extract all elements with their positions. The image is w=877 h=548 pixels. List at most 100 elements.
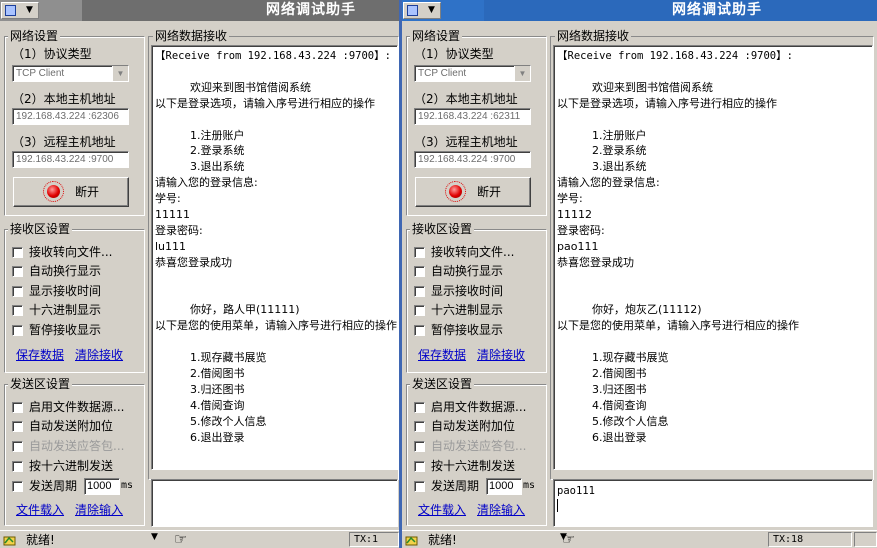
send-period-unit: ms [121, 480, 134, 491]
remote-address-field[interactable]: 192.168.43.224 :9700 [12, 151, 129, 168]
load-file-link[interactable]: 文件载入 [418, 503, 466, 517]
status-cell [854, 532, 877, 547]
receive-line: 登录密码: [557, 223, 605, 237]
right-window: ▼ 网络调试助手 网络设置 （1）协议类型 TCP Client ▼ （2）本地… [402, 0, 877, 548]
checkbox-box[interactable] [414, 325, 425, 336]
checkbox-auto-append-bits[interactable]: 自动发送附加位 [414, 419, 515, 433]
checkbox-auto-reply: 自动发送应答包... [414, 439, 526, 453]
checkbox-receive-to-file[interactable]: 接收转向文件... [414, 245, 514, 259]
checkbox-hex-display[interactable]: 十六进制显示 [414, 303, 503, 317]
send-settings-title: 发送区设置 [8, 377, 73, 391]
checkbox-show-receive-time[interactable]: 显示接收时间 [414, 284, 503, 298]
checkbox-label: 自动发送应答包... [29, 439, 125, 453]
checkbox-label: 自动换行显示 [29, 264, 102, 278]
checkbox-box[interactable] [12, 325, 23, 336]
checkbox-box[interactable] [12, 266, 23, 277]
clear-receive-link[interactable]: 清除接收 [75, 348, 123, 362]
left-window: ▼ 网络调试助手 网络设置 （1）协议类型 TCP Client ▼ （2）本地… [0, 0, 399, 548]
checkbox-file-data-source[interactable]: 启用文件数据源... [414, 400, 526, 414]
checkbox-hex-send[interactable]: 按十六进制发送 [12, 459, 113, 473]
protocol-select[interactable]: TCP Client ▼ [414, 65, 531, 82]
checkbox-box[interactable] [12, 247, 23, 258]
checkbox-box[interactable] [414, 305, 425, 316]
receive-line: 【Receive from 192.168.43.224 :9700】: [557, 50, 793, 62]
save-data-link[interactable]: 保存数据 [16, 348, 64, 362]
status-icon [3, 536, 16, 546]
connection-status-light-icon [445, 181, 466, 202]
checkbox-auto-append-bits[interactable]: 自动发送附加位 [12, 419, 113, 433]
checkbox-label: 按十六进制发送 [431, 459, 516, 473]
receive-line: 4.借阅查询 [557, 398, 647, 412]
local-address-field[interactable]: 192.168.43.224 :62311 [414, 108, 531, 125]
checkbox-box[interactable] [12, 286, 23, 297]
system-menu-button[interactable]: ▼ [1, 2, 39, 19]
status-bar: 就绪! ▼ ☞ TX:1 [0, 530, 399, 548]
load-file-link[interactable]: 文件载入 [16, 503, 64, 517]
receive-text-area[interactable]: 【Receive from 192.168.43.224 :9700】: 欢迎来… [553, 45, 873, 470]
checkbox-box[interactable] [414, 402, 425, 413]
checkbox-box[interactable] [414, 247, 425, 258]
receive-line: 学号: [155, 192, 181, 206]
send-text-area[interactable] [151, 479, 398, 527]
checkbox-box[interactable] [414, 421, 425, 432]
checkbox-box [12, 441, 23, 452]
checkbox-pause-display[interactable]: 暂停接收显示 [12, 323, 101, 337]
checkbox-box[interactable] [12, 421, 23, 432]
receive-text-area[interactable]: 【Receive from 192.168.43.224 :9700】: 欢迎来… [151, 45, 398, 470]
checkbox-auto-wrap[interactable]: 自动换行显示 [414, 264, 503, 278]
chevron-down-icon[interactable]: ▼ [112, 66, 128, 81]
receive-line: 欢迎来到图书馆借阅系统 [155, 80, 311, 94]
checkbox-send-period[interactable]: 发送周期 [12, 479, 77, 493]
checkbox-box[interactable] [12, 481, 23, 492]
checkbox-file-data-source[interactable]: 启用文件数据源... [12, 400, 124, 414]
system-menu-button[interactable]: ▼ [403, 2, 441, 19]
network-settings-title: 网络设置 [410, 29, 463, 43]
title-bar[interactable]: ▼ 网络调试助手 [402, 0, 877, 21]
checkbox-label: 自动发送应答包... [431, 439, 527, 453]
receive-line: 4.借阅查询 [155, 398, 245, 412]
checkbox-box[interactable] [414, 461, 425, 472]
window-title: 网络调试助手 [672, 2, 762, 18]
app-icon [5, 5, 16, 16]
tx-counter: TX:18 [768, 532, 852, 547]
checkbox-send-period[interactable]: 发送周期 [414, 479, 479, 493]
checkbox-box[interactable] [12, 461, 23, 472]
receive-line: 以下是登录选项，请输入序号进行相应的操作 [155, 96, 375, 110]
checkbox-auto-wrap[interactable]: 自动换行显示 [12, 264, 101, 278]
title-bar[interactable]: ▼ 网络调试助手 [0, 0, 399, 21]
checkbox-receive-to-file[interactable]: 接收转向文件... [12, 245, 112, 259]
checkbox-pause-display[interactable]: 暂停接收显示 [414, 323, 503, 337]
disconnect-button[interactable]: 断开 [13, 177, 129, 207]
checkbox-auto-reply: 自动发送应答包... [12, 439, 124, 453]
connection-status-light-icon [43, 181, 64, 202]
receive-line: 以下是您的使用菜单，请输入序号进行相应的操作 [155, 319, 397, 333]
checkbox-box[interactable] [12, 402, 23, 413]
receive-line: 3.归还图书 [557, 382, 647, 396]
checkbox-label: 启用文件数据源... [431, 400, 527, 414]
checkbox-box[interactable] [414, 481, 425, 492]
clear-input-link[interactable]: 清除输入 [75, 503, 123, 517]
checkbox-hex-display[interactable]: 十六进制显示 [12, 303, 101, 317]
receive-line: 恭喜您登录成功 [557, 255, 634, 269]
checkbox-show-receive-time[interactable]: 显示接收时间 [12, 284, 101, 298]
checkbox-box [414, 441, 425, 452]
dropdown-arrow-icon: ▼ [26, 5, 33, 15]
local-address-label: （2）本地主机地址 [414, 92, 518, 106]
send-period-input[interactable]: 1000 [84, 478, 120, 495]
send-text-area[interactable]: pao111 [553, 479, 873, 527]
local-address-field[interactable]: 192.168.43.224 :62306 [12, 108, 129, 125]
checkbox-box[interactable] [414, 286, 425, 297]
checkbox-box[interactable] [414, 266, 425, 277]
checkbox-hex-send[interactable]: 按十六进制发送 [414, 459, 515, 473]
remote-address-field[interactable]: 192.168.43.224 :9700 [414, 151, 531, 168]
receive-line: pao111 [557, 239, 599, 253]
clear-input-link[interactable]: 清除输入 [477, 503, 525, 517]
clear-receive-link[interactable]: 清除接收 [477, 348, 525, 362]
chevron-down-icon[interactable]: ▼ [514, 66, 530, 81]
protocol-label: （1）协议类型 [414, 47, 494, 61]
save-data-link[interactable]: 保存数据 [418, 348, 466, 362]
send-period-input[interactable]: 1000 [486, 478, 522, 495]
disconnect-button[interactable]: 断开 [415, 177, 531, 207]
checkbox-box[interactable] [12, 305, 23, 316]
protocol-select[interactable]: TCP Client ▼ [12, 65, 129, 82]
